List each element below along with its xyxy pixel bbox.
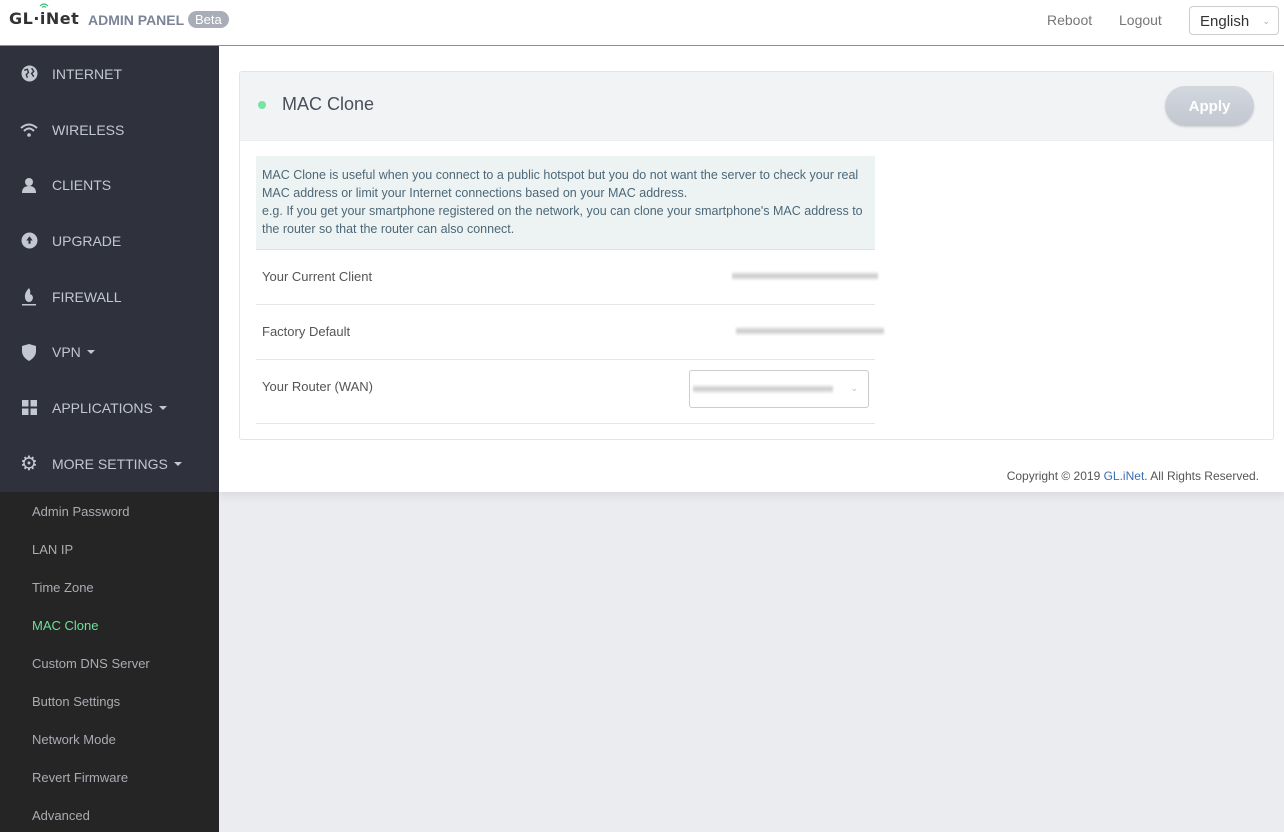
info-description: MAC Clone is useful when you connect to … (256, 156, 875, 250)
gl-inet-logo[interactable]: GL·iNet (9, 3, 80, 28)
sidebar-item-more-settings[interactable]: ⚙ MORE SETTINGS (0, 436, 219, 492)
language-value: English (1200, 13, 1250, 30)
sidebar-item-label: MORE SETTINGS (52, 455, 168, 472)
info-text-line2: e.g. If you get your smartphone register… (262, 204, 863, 236)
caret-down-icon (158, 405, 167, 410)
sidebar-item-label: INTERNET (52, 65, 122, 82)
submenu-lan-ip[interactable]: LAN IP (0, 530, 219, 568)
admin-panel-title: ADMIN PANEL (88, 12, 185, 28)
submenu-advanced[interactable]: Advanced (0, 796, 219, 832)
sidebar-item-label: FIREWALL (52, 288, 122, 305)
sidebar-item-vpn[interactable]: VPN (0, 324, 219, 380)
status-dot-icon (258, 101, 266, 109)
top-header: GL·iNet ADMIN PANEL Beta Reboot Logout E… (0, 0, 1284, 46)
logo-text: GL·iNet (9, 9, 80, 28)
sidebar-item-label: UPGRADE (52, 232, 122, 249)
submenu-button-settings[interactable]: Button Settings (0, 682, 219, 720)
upgrade-icon (20, 232, 38, 250)
factory-default-mac-redacted (736, 327, 884, 335)
current-client-mac-redacted (732, 272, 878, 280)
more-settings-submenu: Admin Password LAN IP Time Zone MAC Clon… (0, 492, 219, 832)
shield-icon (20, 343, 38, 361)
sidebar-item-firewall[interactable]: FIREWALL (0, 269, 219, 325)
user-icon (20, 176, 38, 194)
sidebar-item-label: VPN (52, 344, 81, 361)
sidebar-item-label: WIRELESS (52, 121, 125, 138)
submenu-mac-clone[interactable]: MAC Clone (0, 606, 219, 644)
copyright-suffix: . All Rights Reserved. (1144, 469, 1259, 483)
card-title: MAC Clone (282, 94, 375, 114)
info-text-line1: MAC Clone is useful when you connect to … (262, 168, 859, 200)
language-select[interactable]: English ⌄ (1189, 6, 1279, 35)
apply-button[interactable]: Apply (1165, 86, 1254, 126)
card-header: MAC Clone Apply (240, 72, 1273, 141)
sidebar-item-clients[interactable]: CLIENTS (0, 157, 219, 213)
gear-icon: ⚙ (20, 453, 38, 476)
beta-badge: Beta (188, 11, 229, 28)
sidebar-item-applications[interactable]: APPLICATIONS (0, 380, 219, 436)
submenu-network-mode[interactable]: Network Mode (0, 720, 219, 758)
logo-wifi-icon (39, 3, 49, 8)
reboot-link[interactable]: Reboot (1047, 12, 1092, 28)
chevron-down-icon: ⌄ (1262, 16, 1270, 26)
sidebar-item-upgrade[interactable]: UPGRADE (0, 213, 219, 269)
sidebar-item-wireless[interactable]: WIRELESS (0, 102, 219, 158)
sidebar: INTERNET WIRELESS CLIENTS UPGRADE FIREWA… (0, 46, 219, 492)
chevron-down-icon: ⌄ (850, 383, 858, 393)
submenu-revert-firmware[interactable]: Revert Firmware (0, 758, 219, 796)
sidebar-item-label: CLIENTS (52, 177, 112, 194)
row-router-wan: Your Router (WAN) ⌄ (256, 360, 875, 424)
copyright-footer: Copyright © 2019 GL.iNet. All Rights Res… (1007, 469, 1259, 483)
submenu-custom-dns-server[interactable]: Custom DNS Server (0, 644, 219, 682)
submenu-admin-password[interactable]: Admin Password (0, 492, 219, 530)
globe-icon (20, 65, 38, 83)
caret-down-icon (173, 461, 182, 466)
main-content: MAC Clone Apply MAC Clone is useful when… (219, 46, 1284, 492)
wan-mac-select[interactable]: ⌄ (689, 370, 869, 408)
row-label: Your Current Client (262, 269, 373, 284)
row-current-client: Your Current Client (256, 250, 878, 305)
wan-mac-redacted (693, 385, 833, 393)
row-factory-default: Factory Default (256, 305, 884, 360)
wifi-icon (20, 121, 38, 139)
mac-clone-card: MAC Clone Apply MAC Clone is useful when… (239, 71, 1274, 440)
caret-down-icon (86, 350, 95, 355)
row-label: Your Router (WAN) (262, 379, 374, 394)
gl-inet-link[interactable]: GL.iNet (1104, 469, 1145, 483)
copyright-prefix: Copyright © 2019 (1006, 469, 1104, 483)
fire-icon (20, 287, 38, 306)
sidebar-item-label: APPLICATIONS (52, 399, 153, 416)
row-label: Factory Default (262, 324, 351, 339)
logout-link[interactable]: Logout (1119, 12, 1162, 28)
grid-icon (20, 399, 38, 417)
submenu-time-zone[interactable]: Time Zone (0, 568, 219, 606)
sidebar-item-internet[interactable]: INTERNET (0, 46, 219, 102)
